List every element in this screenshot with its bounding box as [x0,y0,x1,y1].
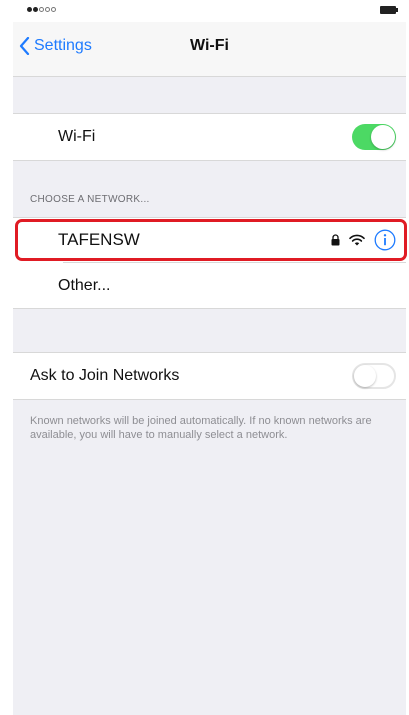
wifi-toggle[interactable] [352,124,396,150]
info-icon[interactable] [374,229,396,251]
toggle-knob [371,125,395,149]
network-name: Other... [58,277,111,294]
network-item-tafensw[interactable]: TAFENSW [13,218,406,262]
phone-screen: Settings Wi-Fi Wi-Fi CHOOSE A NETWORK...… [13,0,407,715]
battery-icon [380,6,398,14]
page-title: Wi-Fi [190,37,229,54]
signal-strength-icon [27,7,56,12]
divider [63,262,406,263]
lock-icon [331,234,340,246]
ask-to-join-group: Ask to Join Networks [13,352,406,400]
network-item-other[interactable]: Other... [13,264,406,308]
ask-to-join-toggle[interactable] [352,363,396,389]
network-status-icons [331,229,396,251]
network-name: TAFENSW [58,230,140,249]
wifi-toggle-group: Wi-Fi [13,113,406,161]
status-bar [13,0,406,22]
navigation-bar: Settings Wi-Fi [13,22,406,77]
ask-to-join-row: Ask to Join Networks [13,354,406,398]
wifi-signal-icon [349,234,365,246]
ask-to-join-footer: Known networks will be joined automatica… [30,415,372,441]
wifi-label: Wi-Fi [58,128,96,145]
ask-to-join-label: Ask to Join Networks [30,367,180,384]
section-header: CHOOSE A NETWORK... [30,194,150,205]
wifi-row: Wi-Fi [13,115,406,159]
toggle-knob [354,365,376,387]
network-list: TAFENSW Other... [13,217,406,309]
